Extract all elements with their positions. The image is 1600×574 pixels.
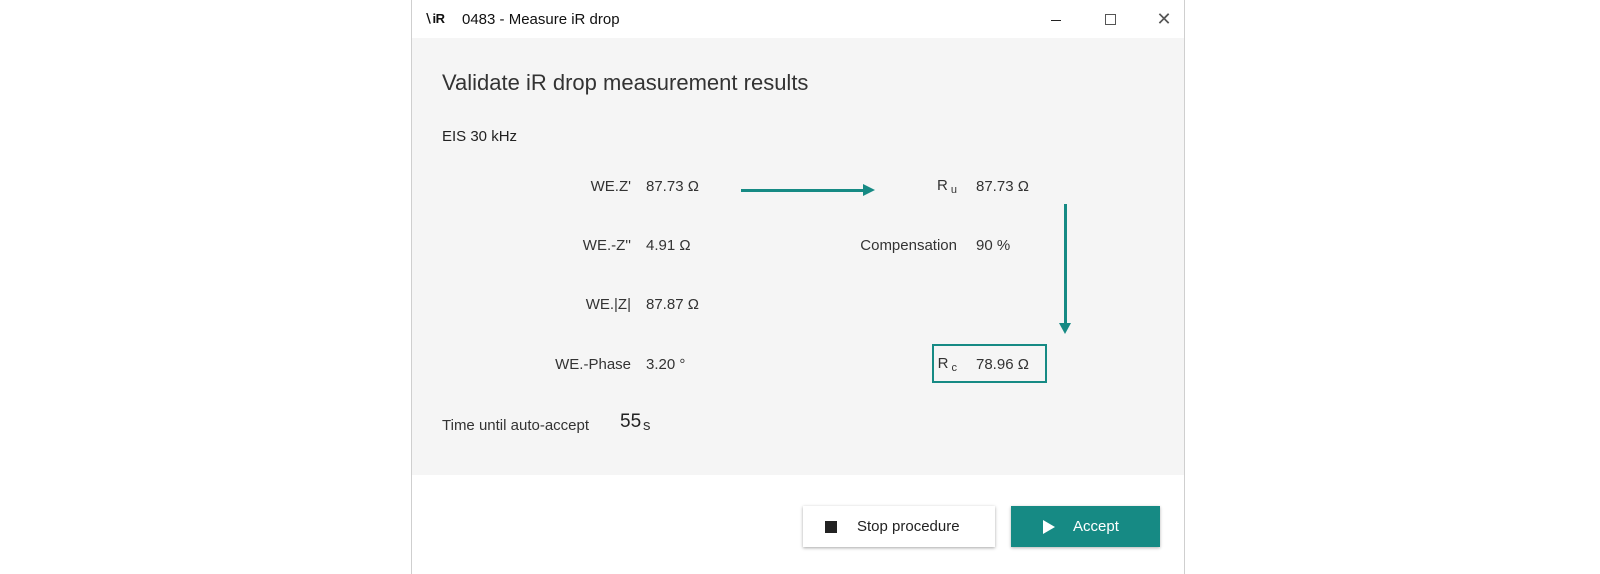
result-label-rc-main: R <box>937 355 949 372</box>
arrow-down-icon <box>1059 323 1071 334</box>
measurement-label-we-z-imag: WE.-Z'' <box>582 237 631 254</box>
section-label: EIS 30 kHz <box>442 128 518 145</box>
result-label-compensation: Compensation <box>860 237 957 254</box>
accept-button[interactable]: Accept <box>1011 506 1160 547</box>
app-logo-icon: ∖iR <box>424 11 445 26</box>
close-icon: ✕ <box>1156 9 1172 29</box>
minimize-icon <box>1051 19 1061 21</box>
measurement-value-we-z-real: 87.73 Ω <box>646 178 699 195</box>
countdown-unit: s <box>643 417 651 434</box>
dialog-window: ∖iR 0483 - Measure iR drop ✕ Validate iR… <box>411 0 1185 574</box>
result-value-rc: 78.96 Ω <box>976 356 1029 373</box>
countdown-label: Time until auto-accept <box>442 417 590 434</box>
result-label-rc-sub: c <box>951 362 958 374</box>
window-title: 0483 - Measure iR drop <box>462 11 620 28</box>
result-value-compensation: 90 % <box>976 237 1011 254</box>
measurement-label-we-phase: WE.-Phase <box>555 356 631 373</box>
title-bar[interactable]: ∖iR 0483 - Measure iR drop ✕ <box>412 0 1184 38</box>
stop-procedure-label: Stop procedure <box>857 518 960 535</box>
measurement-label-we-z-real: WE.Z' <box>590 178 631 195</box>
stop-icon <box>825 520 837 533</box>
measurement-value-we-z-imag: 4.91 Ω <box>646 237 691 254</box>
result-label-ru: Ru <box>757 177 957 196</box>
stop-procedure-button[interactable]: Stop procedure <box>803 506 995 547</box>
accept-label: Accept <box>1073 518 1119 535</box>
maximize-button[interactable] <box>1088 4 1132 34</box>
measurement-value-we-phase: 3.20 ° <box>646 356 686 373</box>
minimize-button[interactable] <box>1034 4 1078 34</box>
close-button[interactable]: ✕ <box>1142 4 1186 34</box>
result-label-ru-sub: u <box>950 184 957 196</box>
play-icon <box>1043 519 1055 534</box>
page-title: Validate iR drop measurement results <box>442 70 809 95</box>
measurement-value-we-z-abs: 87.87 Ω <box>646 296 699 313</box>
result-label-rc: Rc <box>757 355 958 374</box>
measurement-label-we-z-abs: WE.|Z| <box>585 296 631 313</box>
arrow-down-line <box>1064 204 1067 324</box>
maximize-icon <box>1104 13 1116 25</box>
result-value-ru: 87.73 Ω <box>976 178 1029 195</box>
content-panel: Validate iR drop measurement results EIS… <box>412 38 1184 475</box>
countdown-value: 55 <box>620 411 642 432</box>
result-label-ru-main: R <box>937 177 948 194</box>
